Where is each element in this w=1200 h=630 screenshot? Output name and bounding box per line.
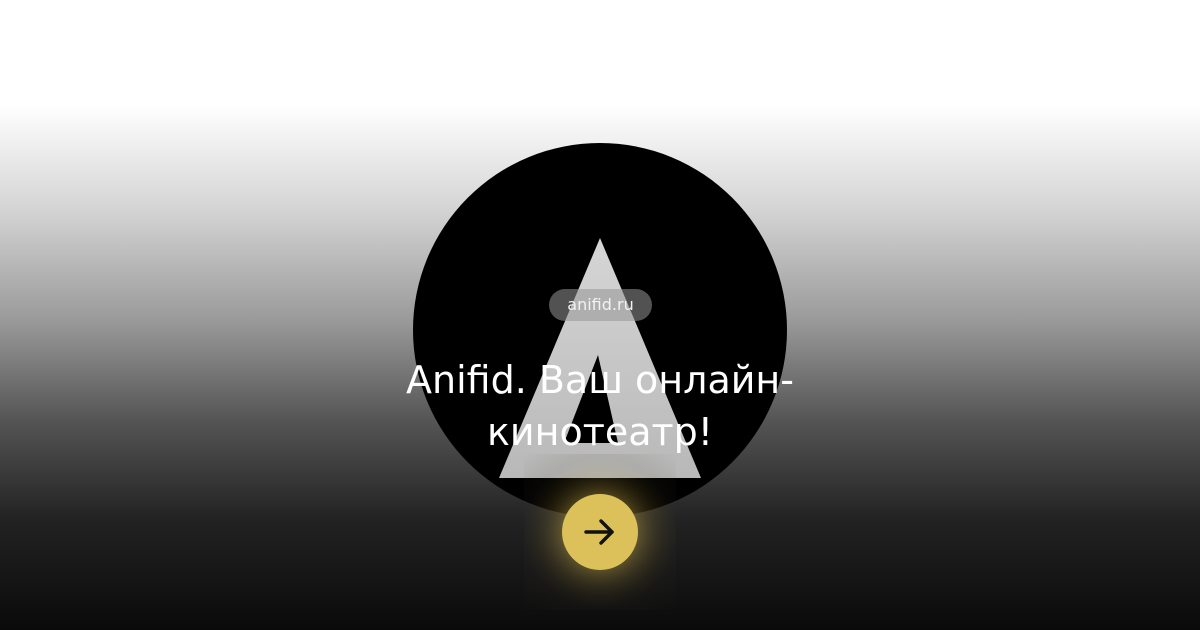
page-title: Anifid. Ваш онлайн-кинотеатр! bbox=[406, 358, 794, 454]
open-link-button[interactable] bbox=[562, 494, 638, 570]
site-domain-badge: anifid.ru bbox=[549, 289, 652, 321]
link-preview-card[interactable]: anifid.ru Anifid. Ваш онлайн-кинотеатр! bbox=[0, 0, 1200, 630]
arrow-right-icon bbox=[584, 519, 614, 545]
